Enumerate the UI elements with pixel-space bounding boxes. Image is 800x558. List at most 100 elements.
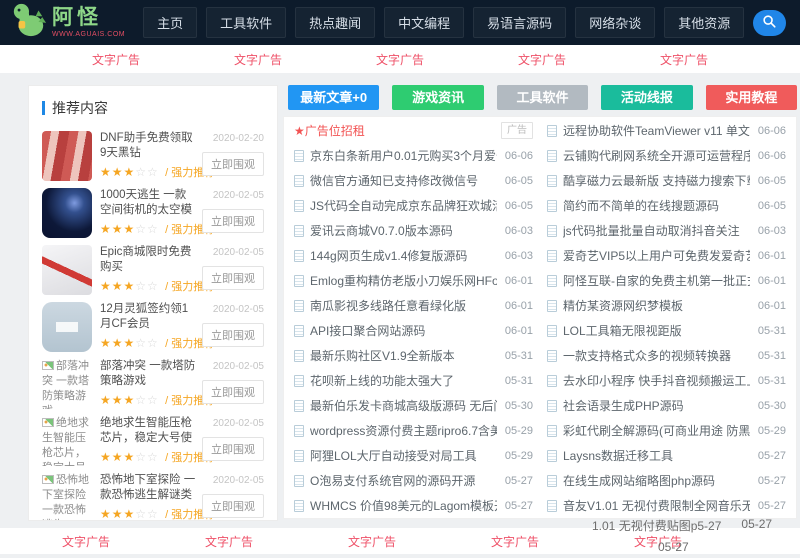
text-ad-link[interactable]: 文字广告 (92, 51, 140, 68)
item-title: 1000天逃生 一款空间街机的太空模拟经营游戏 (100, 189, 192, 216)
view-now-button[interactable]: 立即围观 (202, 266, 264, 290)
text-ad-link[interactable]: 文字广告 (491, 533, 539, 550)
category-tab[interactable]: 工具软件 (496, 85, 589, 110)
view-now-button[interactable]: 立即围观 (202, 209, 264, 233)
text-ad-link[interactable]: 文字广告 (518, 51, 566, 68)
recommended-item[interactable]: DNF助手免费领取9天黑钻 ★★★☆☆ / 强力推荐 2020-02-20 立即… (42, 131, 264, 181)
stars-empty-icon: ☆☆ (135, 165, 159, 179)
article-link[interactable]: js代码批量批量自动取消抖音关注 (563, 222, 750, 239)
nav-item[interactable]: 其他资源 (664, 7, 745, 38)
article-link[interactable]: 南瓜影视多线路任意看绿化版 (310, 297, 497, 314)
category-tab[interactable]: 游戏资讯 (392, 85, 484, 110)
article-link[interactable]: 阿怪互联-自家的免费主机第一批正式开启 (563, 272, 750, 289)
item-thumbnail (42, 302, 92, 352)
article-link[interactable]: JS代码全自动完成京东品牌狂欢城活动任务 (310, 197, 497, 214)
view-now-button[interactable]: 立即围观 (202, 380, 264, 404)
article-link[interactable]: 爱讯云商城V0.7.0版本源码 (310, 222, 497, 239)
search-button[interactable] (753, 9, 786, 36)
article-link[interactable]: WHMCS 价值98美元的Lagom模板开源 (310, 497, 497, 514)
article-date: 05-30 (757, 399, 786, 412)
article-link[interactable]: 精仿某资源网织梦模板 (563, 297, 750, 314)
article-link[interactable]: 简约而不简单的在线搜题源码 (563, 197, 750, 214)
view-now-button[interactable]: 立即围观 (202, 494, 264, 518)
article-link[interactable]: 微信官方通知已支持修改微信号 (310, 172, 497, 189)
document-icon (547, 149, 557, 162)
clipped-date: 05-27 (741, 517, 773, 531)
view-now-button[interactable]: 立即围观 (202, 152, 264, 176)
recommended-item[interactable]: 部落冲突 一款塔防策略游戏 部落冲突 一款塔防策略游戏 ★★★☆☆ / 强力推荐… (42, 359, 264, 409)
stars-empty-icon: ☆☆ (135, 279, 159, 293)
document-icon (547, 324, 557, 337)
article-link[interactable]: Emlog重构精仿老版小刀娱乐网HFoldao模... (310, 272, 497, 289)
article-link[interactable]: 酷享磁力云最新版 支持磁力搜索下载和一... (563, 172, 750, 189)
recommended-item[interactable]: Epic商城限时免费购买《SUPERHOT》游戏 ★★★☆☆ / 强力推荐 20… (42, 245, 264, 295)
stars-empty-icon: ☆☆ (135, 393, 159, 407)
article-row: 一款支持格式众多的视频转换器 05-31 (547, 343, 786, 368)
item-title: 部落冲突 一款塔防策略游戏 (100, 360, 196, 387)
recommended-item[interactable]: 12月灵狐签约领1月CF会员 ★★★☆☆ / 强力推荐 2020-02-05 立… (42, 302, 264, 352)
article-link[interactable]: 最新伯乐发卡商城高级版源码 无后门 (310, 397, 497, 414)
article-link[interactable]: API接口聚合网站源码 (310, 322, 497, 339)
view-now-button[interactable]: 立即围观 (202, 323, 264, 347)
text-ad-link[interactable]: 文字广告 (205, 533, 253, 550)
article-row: 酷享磁力云最新版 支持磁力搜索下载和一... 06-05 (547, 168, 786, 193)
nav-item[interactable]: 工具软件 (206, 7, 287, 38)
category-tab[interactable]: 实用教程 (705, 85, 798, 110)
clipped-article-text: 1.01 无视付费贴图p5-27 05-27 (592, 517, 772, 534)
article-link[interactable]: 彩虹代刷全解源码(可商业用途 防黑) (563, 422, 750, 439)
nav-item[interactable]: 热点趣闻 (295, 7, 376, 38)
item-body: Epic商城限时免费购买《SUPERHOT》游戏 ★★★☆☆ / 强力推荐 (100, 245, 215, 295)
item-title: 12月灵狐签约领1月CF会员 (100, 303, 189, 330)
recommended-title: 推荐内容 (52, 100, 108, 116)
article-row: 彩虹代刷全解源码(可商业用途 防黑) 05-29 (547, 418, 786, 443)
category-tab[interactable]: 活动线报 (601, 85, 693, 110)
nav-item[interactable]: 网络杂谈 (575, 7, 656, 38)
item-meta: 2020-02-05 立即围观 (202, 302, 264, 352)
text-ad-link[interactable]: 文字广告 (62, 533, 110, 550)
document-icon (294, 299, 304, 312)
article-column-left: ★广告位招租 广告 京东白条新用户0.01元购买3个月爱奇艺黄... 06-06… (294, 118, 533, 518)
article-link[interactable]: 远程协助软件TeamViewer v11 单文件版 (563, 122, 750, 139)
article-link[interactable]: 在线生成网站缩略图php源码 (563, 472, 750, 489)
recommended-item[interactable]: 1000天逃生 一款空间街机的太空模拟经营游戏 ★★★☆☆ / 强力推荐 202… (42, 188, 264, 238)
site-logo[interactable]: 阿怪 WWW.AGUAIS.COM (10, 2, 125, 43)
article-date: 05-31 (504, 349, 533, 362)
article-link[interactable]: 阿狸LOL大厅自动接受对局工具 (310, 447, 497, 464)
item-rating: ★★★☆☆ / 强力推荐 (100, 164, 215, 180)
nav-item[interactable]: 中文编程 (384, 7, 465, 38)
recommended-item[interactable]: 绝地求生智能压枪芯片，稳定大号 绝地求生智能压枪芯片，稳定大号使用，永久免费 ★… (42, 416, 264, 466)
article-link[interactable]: Laysns数据迁移工具 (563, 447, 750, 464)
document-icon (547, 249, 557, 262)
item-thumbnail (42, 245, 92, 295)
article-link[interactable]: 144g网页生成v1.4修复版源码 (310, 247, 497, 264)
article-link[interactable]: 一款支持格式众多的视频转换器 (563, 347, 750, 364)
text-ad-link[interactable]: 文字广告 (348, 533, 396, 550)
ad-slot-link[interactable]: ★广告位招租 (294, 122, 501, 139)
article-row: 社会语录生成PHP源码 05-30 (547, 393, 786, 418)
text-ad-link[interactable]: 文字广告 (660, 51, 708, 68)
article-link[interactable]: O泡易支付系统官网的源码开源 (310, 472, 497, 489)
item-meta: 2020-02-05 立即围观 (202, 245, 264, 295)
article-link[interactable]: 音友V1.01 无视付费限制全网音乐无损免费... (563, 497, 750, 514)
category-tab[interactable]: 最新文章+0 (288, 85, 380, 110)
article-link[interactable]: wordpress资源付费主题ripro6.7含美化包... (310, 422, 497, 439)
article-link[interactable]: 去水印小程序 快手抖音视频搬运工上热门... (563, 372, 750, 389)
stars-empty-icon: ☆☆ (135, 222, 159, 236)
article-link[interactable]: 最新乐购社区V1.9全新版本 (310, 347, 497, 364)
article-link[interactable]: 京东白条新用户0.01元购买3个月爱奇艺黄... (310, 147, 497, 164)
recommended-item[interactable]: 恐怖地下室探险 一款恐怖逃生 恐怖地下室探险 一款恐怖逃生解谜类游戏 ★★★☆☆… (42, 473, 264, 520)
text-ad-link[interactable]: 文字广告 (376, 51, 424, 68)
article-date: 06-03 (757, 224, 786, 237)
article-link[interactable]: 云铺购代刷网系统全开源可运营程序搭建 (563, 147, 750, 164)
article-link[interactable]: 爱奇艺VIP5以上用户可免费发爱奇艺VIP红包 (563, 247, 750, 264)
article-row: js代码批量批量自动取消抖音关注 06-03 (547, 218, 786, 243)
article-link[interactable]: LOL工具箱无限视距版 (563, 322, 750, 339)
nav-item[interactable]: 主页 (143, 7, 198, 38)
document-icon (294, 274, 304, 287)
site-domain: WWW.AGUAIS.COM (52, 31, 126, 38)
text-ad-link[interactable]: 文字广告 (234, 51, 282, 68)
article-link[interactable]: 花呗新上线的功能太强大了 (310, 372, 497, 389)
view-now-button[interactable]: 立即围观 (202, 437, 264, 461)
nav-item[interactable]: 易语言源码 (473, 7, 567, 38)
article-link[interactable]: 社会语录生成PHP源码 (563, 397, 750, 414)
